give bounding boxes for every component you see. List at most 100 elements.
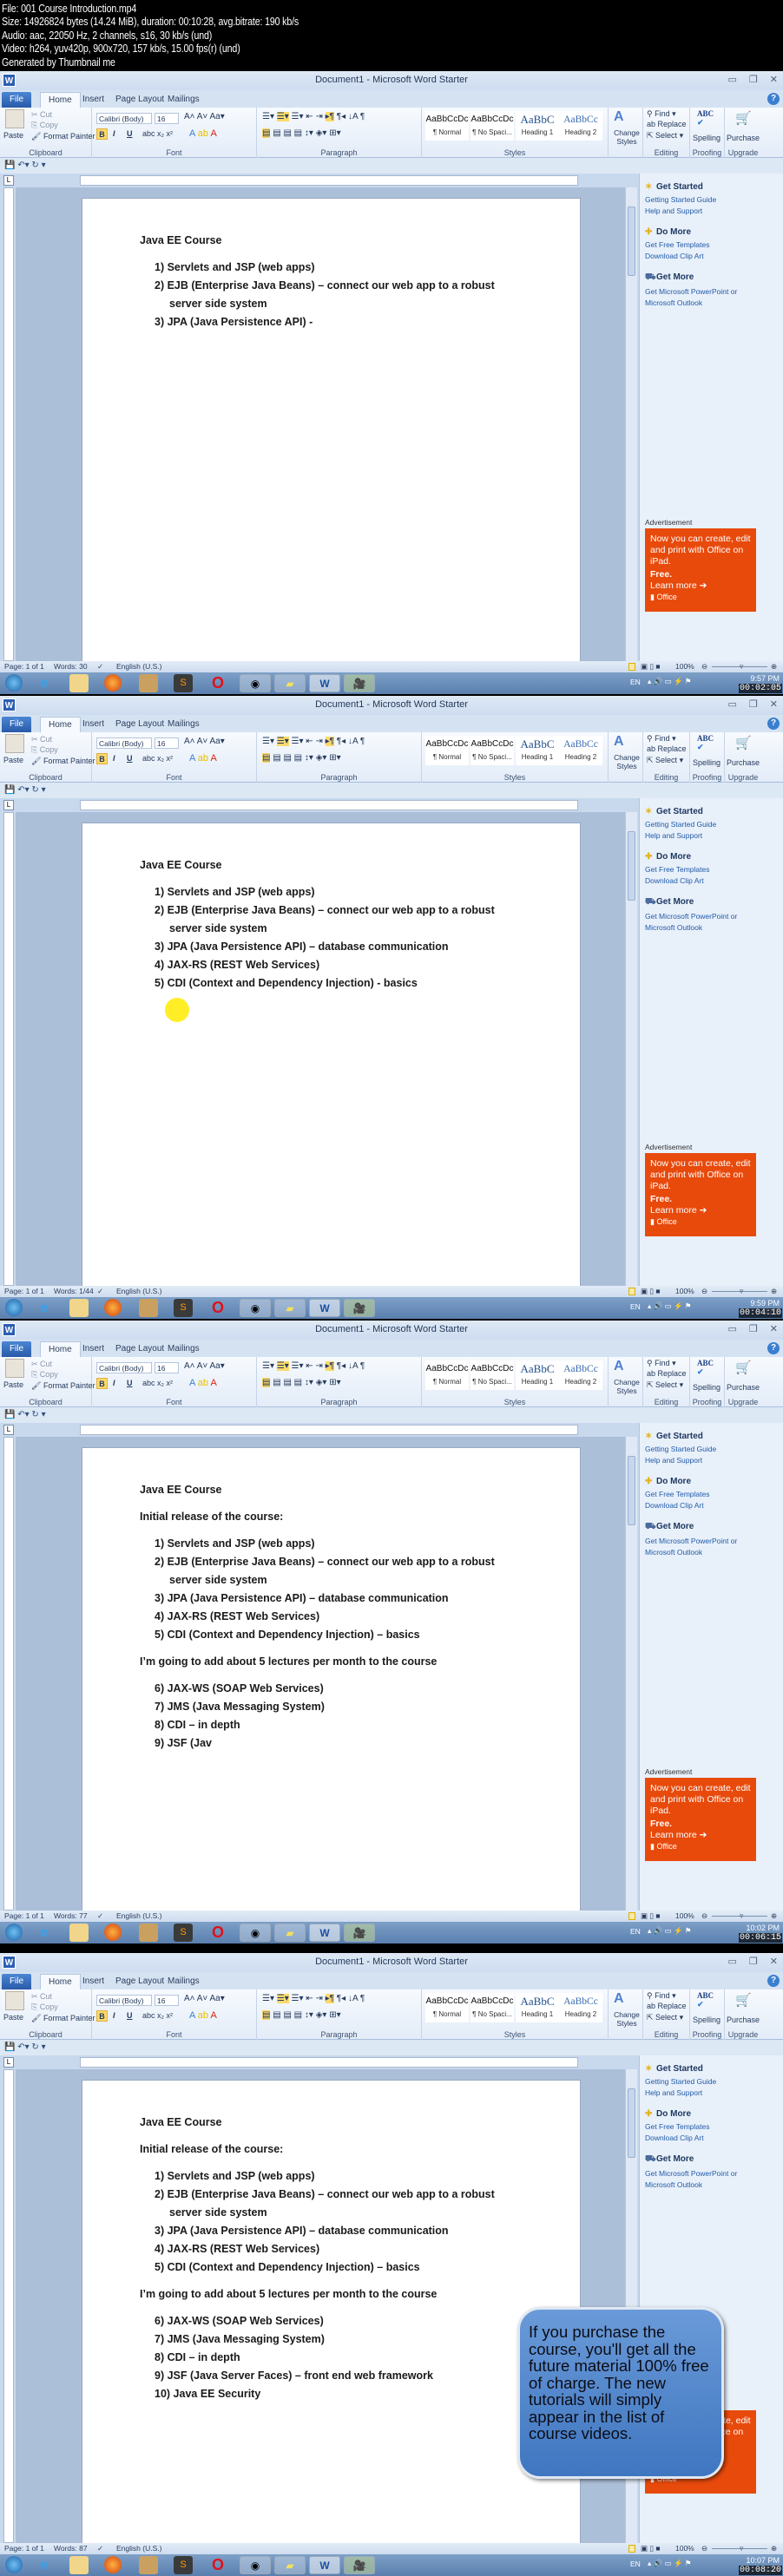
internet-explorer-icon[interactable]: e [35, 674, 54, 692]
bullets-icon[interactable]: ☰▾ ☰▾ ☰▾ ⇤ ⇥ ▸¶ ¶◂ ↓A ¶ [262, 1361, 365, 1371]
tab-selector[interactable]: L [3, 1425, 14, 1435]
paste-button[interactable]: Paste [3, 756, 23, 764]
learn-more-link[interactable]: Learn more ➔ [650, 1205, 751, 1216]
redo-icon[interactable]: ↻ [31, 2042, 38, 2052]
spelling-button[interactable]: Spelling [693, 758, 720, 767]
style-heading-1[interactable]: AaBbC Heading 1 [516, 1993, 559, 2022]
language-indicator[interactable]: English (U.S.) [116, 1286, 161, 1297]
select-button[interactable]: ⇱ Select ▾ [647, 1380, 683, 1390]
spelling-button[interactable]: Spelling [693, 2016, 720, 2024]
tray-language[interactable]: EN [630, 2560, 641, 2568]
bold-button[interactable]: B [96, 128, 108, 140]
save-icon[interactable]: 💾 [4, 161, 15, 170]
learn-more-link[interactable]: Learn more ➔ [650, 1830, 751, 1841]
horizontal-ruler[interactable] [80, 175, 578, 186]
bold-button[interactable]: B [96, 1378, 108, 1389]
file-explorer-icon[interactable] [69, 2556, 89, 2574]
vertical-ruler[interactable] [3, 187, 14, 661]
replace-button[interactable]: ab Replace [647, 744, 687, 753]
zoom-out-icon[interactable]: ⊖ [701, 1286, 707, 1297]
underline-button[interactable]: U [127, 1379, 133, 1387]
tab-mailings[interactable]: Mailings [160, 717, 207, 732]
getting-started-guide-link[interactable]: Getting Started Guide [645, 819, 716, 830]
font-color-icon[interactable]: A ab A [189, 2010, 217, 2021]
cart-icon[interactable]: 🛒 [735, 1992, 752, 2008]
tab-insert[interactable]: Insert [75, 1341, 112, 1357]
tray-icons[interactable]: ▴ 🔊 ▭ ⚡ ⚑ [648, 677, 692, 686]
tab-file[interactable]: File [2, 92, 32, 108]
style-normal[interactable]: AaBbCcDc ¶ Normal [425, 1360, 469, 1390]
zoom-in-icon[interactable]: ⊕ [771, 1911, 777, 1922]
get-powerpoint-outlook-link[interactable]: Get Microsoft PowerPoint or Microsoft Ou… [645, 286, 767, 309]
opera-icon[interactable]: O [208, 1299, 227, 1317]
tab-selector[interactable]: L [3, 175, 14, 186]
purchase-button[interactable]: Purchase [727, 758, 760, 767]
tray-icons[interactable]: ▴ 🔊 ▭ ⚡ ⚑ [648, 2559, 692, 2568]
zoom-level[interactable]: 100% [675, 661, 694, 672]
download-clip-art-link[interactable]: Download Clip Art [645, 875, 710, 887]
close-icon[interactable]: ✕ [770, 1956, 778, 1967]
style-no-spacing[interactable]: AaBbCcDc ¶ No Spaci... [470, 1993, 514, 2022]
full-screen-view-icon[interactable]: ▣ ▯ ■ [641, 661, 661, 672]
change-styles-icon[interactable]: A [614, 734, 624, 750]
close-icon[interactable]: ✕ [770, 698, 778, 710]
tab-file[interactable]: File [2, 1341, 32, 1357]
zoom-in-icon[interactable]: ⊕ [771, 1286, 777, 1297]
format-painter-button[interactable]: 🖌 Format Painter [31, 1381, 95, 1391]
strikethrough-icon[interactable]: abc x₂ x² [142, 1379, 173, 1387]
tray-language[interactable]: EN [630, 1927, 641, 1936]
font-size-select[interactable]: 16 [155, 737, 179, 749]
word-count[interactable]: Words: 1/44 [54, 1286, 94, 1297]
cut-button[interactable]: ✂ Cut [31, 735, 52, 744]
style-normal[interactable]: AaBbCcDc ¶ Normal [425, 736, 469, 765]
chrome-icon[interactable]: ◉ [240, 2556, 271, 2574]
full-screen-view-icon[interactable]: ▣ ▯ ■ [641, 1911, 661, 1922]
get-free-templates-link[interactable]: Get Free Templates [645, 2121, 710, 2133]
bold-button[interactable]: B [96, 2010, 108, 2022]
customize-qat-icon[interactable]: ▾ [42, 161, 46, 170]
getting-started-guide-link[interactable]: Getting Started Guide [645, 1444, 716, 1455]
font-name-select[interactable]: Calibri (Body) [96, 113, 152, 124]
style-heading-2[interactable]: AaBbCc Heading 2 [559, 111, 602, 141]
firefox-icon[interactable] [104, 2556, 122, 2573]
proofing-status-icon[interactable]: ✓ [97, 1286, 103, 1297]
redo-icon[interactable]: ↻ [31, 161, 38, 170]
file-explorer-icon[interactable] [69, 674, 89, 692]
camtasia-recorder-icon[interactable]: 🎥 [344, 674, 375, 692]
sticky-notes-icon[interactable]: ▰ [274, 2556, 306, 2574]
cut-button[interactable]: ✂ Cut [31, 1992, 52, 2002]
cut-button[interactable]: ✂ Cut [31, 110, 52, 120]
paste-button[interactable]: Paste [3, 2013, 23, 2022]
cart-icon[interactable]: 🛒 [735, 735, 752, 751]
help-icon[interactable]: ? [767, 718, 780, 730]
word-count[interactable]: Words: 30 [54, 661, 88, 672]
undo-icon[interactable]: ↶▾ [17, 2042, 29, 2052]
font-name-select[interactable]: Calibri (Body) [96, 1362, 152, 1373]
change-styles-icon[interactable]: A [614, 1359, 624, 1374]
close-icon[interactable]: ✕ [770, 74, 778, 85]
italic-button[interactable]: I [113, 754, 115, 763]
start-orb-icon[interactable] [5, 1299, 23, 1316]
paste-icon[interactable] [5, 734, 24, 753]
format-painter-button[interactable]: 🖌 Format Painter [31, 132, 95, 141]
purchase-button[interactable]: Purchase [727, 134, 760, 142]
undo-icon[interactable]: ↶▾ [17, 785, 29, 795]
replace-button[interactable]: ab Replace [647, 2002, 687, 2010]
internet-explorer-icon[interactable]: e [35, 1299, 54, 1317]
chrome-icon[interactable]: ◉ [240, 1924, 271, 1942]
vertical-ruler[interactable] [3, 812, 14, 1286]
tab-file[interactable]: File [2, 1974, 32, 1989]
help-icon[interactable]: ? [767, 1975, 780, 1987]
customize-qat-icon[interactable]: ▾ [42, 1410, 46, 1419]
format-painter-button[interactable]: 🖌 Format Painter [31, 757, 95, 766]
learn-more-link[interactable]: Learn more ➔ [650, 580, 751, 592]
zoom-in-icon[interactable]: ⊕ [771, 661, 777, 672]
underline-button[interactable]: U [127, 2011, 133, 2020]
save-icon[interactable]: 💾 [4, 785, 15, 795]
office-ipad-ad[interactable]: Now you can create, edit and print with … [645, 1153, 756, 1236]
strikethrough-icon[interactable]: abc x₂ x² [142, 129, 173, 138]
word-count[interactable]: Words: 87 [54, 2543, 88, 2554]
document-text[interactable]: Java EE Course 1) Servlets and JSP (web a… [140, 823, 495, 993]
start-orb-icon[interactable] [5, 2556, 23, 2573]
get-free-templates-link[interactable]: Get Free Templates [645, 1489, 710, 1500]
